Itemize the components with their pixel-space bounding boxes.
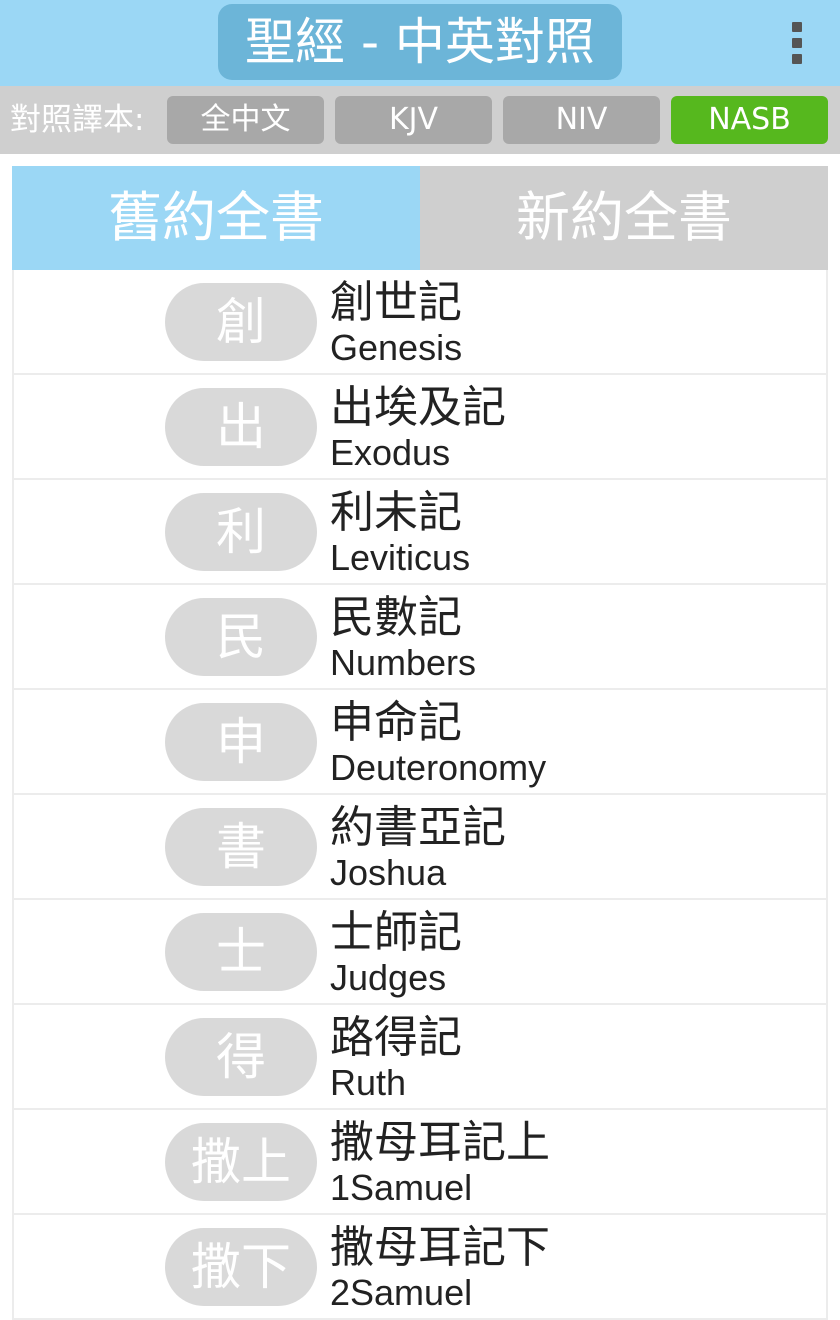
book-row-genesis[interactable]: 創 創世記 Genesis [14, 270, 826, 375]
book-name-zh: 撒母耳記下 [330, 1222, 550, 1273]
translation-bar: 對照譯本: 全中文 KJV NIV NASB [0, 86, 840, 154]
tab-old-testament[interactable]: 舊約全書 [12, 166, 420, 270]
book-abbr-badge: 利 [165, 493, 317, 571]
book-list: 創 創世記 Genesis 出 出埃及記 Exodus 利 利未記 Leviti… [12, 270, 828, 1320]
book-row-numbers[interactable]: 民 民數記 Numbers [14, 585, 826, 690]
book-name-en: Judges [330, 957, 447, 998]
translation-option-niv[interactable]: NIV [503, 96, 660, 144]
book-row-joshua[interactable]: 書 約書亞記 Joshua [14, 795, 826, 900]
overflow-menu-icon[interactable] [782, 18, 812, 68]
book-abbr-badge: 得 [165, 1018, 317, 1096]
translation-option-kjv[interactable]: KJV [335, 96, 492, 144]
book-name-en: 1Samuel [330, 1167, 473, 1208]
book-name-zh: 民數記 [330, 592, 462, 643]
book-abbr-badge: 創 [165, 283, 317, 361]
book-row-1samuel[interactable]: 撒上 撒母耳記上 1Samuel [14, 1110, 826, 1215]
book-row-leviticus[interactable]: 利 利未記 Leviticus [14, 480, 826, 585]
book-name-zh: 約書亞記 [330, 802, 506, 853]
book-name-en: Joshua [330, 852, 447, 893]
book-name-zh: 撒母耳記上 [330, 1117, 550, 1168]
app-title: 聖經 - 中英對照 [218, 4, 622, 80]
book-name-en: Numbers [330, 642, 477, 683]
book-name-zh: 創世記 [330, 277, 462, 328]
book-name-en: 2Samuel [330, 1272, 473, 1313]
book-abbr-badge: 書 [165, 808, 317, 886]
book-row-judges[interactable]: 士 士師記 Judges [14, 900, 826, 1005]
menu-dot [792, 22, 802, 32]
book-name-en: Leviticus [330, 537, 471, 578]
book-abbr-badge: 民 [165, 598, 317, 676]
menu-dot [792, 54, 802, 64]
tab-new-testament[interactable]: 新約全書 [420, 166, 828, 270]
book-name-en: Exodus [330, 432, 451, 473]
book-row-exodus[interactable]: 出 出埃及記 Exodus [14, 375, 826, 480]
bible-app: 聖經 - 中英對照 對照譯本: 全中文 KJV NIV NASB 舊約全書 新約… [0, 0, 840, 1320]
book-name-en: Genesis [330, 327, 463, 368]
book-row-2samuel[interactable]: 撒下 撒母耳記下 2Samuel [14, 1215, 826, 1320]
book-name-zh: 路得記 [330, 1012, 462, 1063]
book-name-zh: 出埃及記 [330, 382, 506, 433]
translation-option-nasb[interactable]: NASB [671, 96, 828, 144]
book-name-zh: 利未記 [330, 487, 462, 538]
translation-label: 對照譯本: [10, 102, 145, 138]
book-abbr-badge: 撒上 [165, 1123, 317, 1201]
testament-tabs: 舊約全書 新約全書 [12, 166, 828, 270]
book-name-zh: 士師記 [330, 907, 462, 958]
book-name-en: Ruth [330, 1062, 407, 1103]
book-name-zh: 申命記 [330, 697, 462, 748]
menu-dot [792, 38, 802, 48]
book-name-en: Deuteronomy [330, 747, 547, 788]
translation-option-chinese[interactable]: 全中文 [167, 96, 324, 144]
book-row-deuteronomy[interactable]: 申 申命記 Deuteronomy [14, 690, 826, 795]
book-row-ruth[interactable]: 得 路得記 Ruth [14, 1005, 826, 1110]
book-abbr-badge: 出 [165, 388, 317, 466]
app-header: 聖經 - 中英對照 [0, 0, 840, 86]
book-abbr-badge: 士 [165, 913, 317, 991]
book-abbr-badge: 撒下 [165, 1228, 317, 1306]
book-abbr-badge: 申 [165, 703, 317, 781]
